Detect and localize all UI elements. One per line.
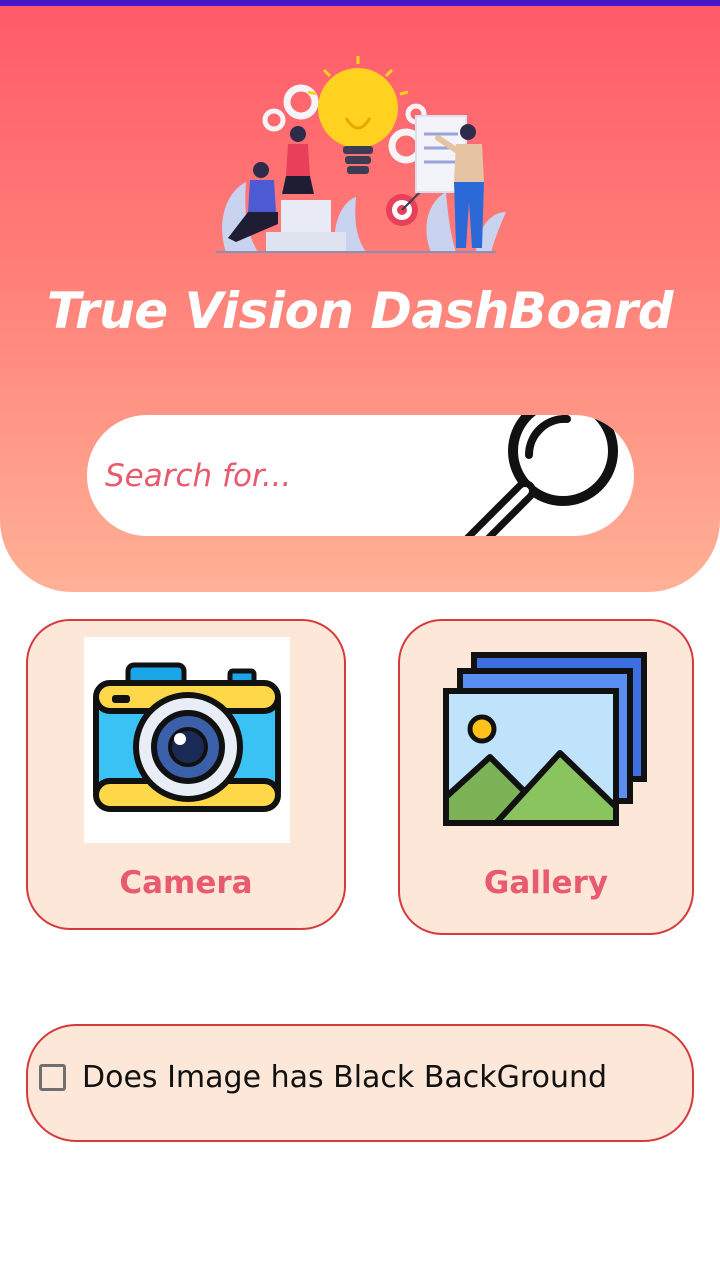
gallery-button[interactable]: Gallery	[398, 619, 694, 935]
gallery-icon	[443, 652, 647, 826]
black-background-checkbox[interactable]	[39, 1064, 66, 1091]
page-title: True Vision DashBoard	[46, 282, 674, 340]
search-icon[interactable]	[457, 415, 634, 536]
black-background-label[interactable]: Does Image has Black BackGround	[82, 1060, 607, 1095]
camera-icon	[84, 637, 290, 843]
camera-button[interactable]: Camera	[26, 619, 346, 930]
gallery-label: Gallery	[483, 865, 609, 901]
search-input[interactable]	[103, 445, 467, 507]
black-background-option: Does Image has Black BackGround	[26, 1024, 694, 1142]
hero-illustration	[216, 56, 506, 253]
search-bar[interactable]	[87, 415, 634, 536]
header-banner: True Vision DashBoard	[0, 6, 720, 592]
camera-label: Camera	[119, 865, 253, 901]
